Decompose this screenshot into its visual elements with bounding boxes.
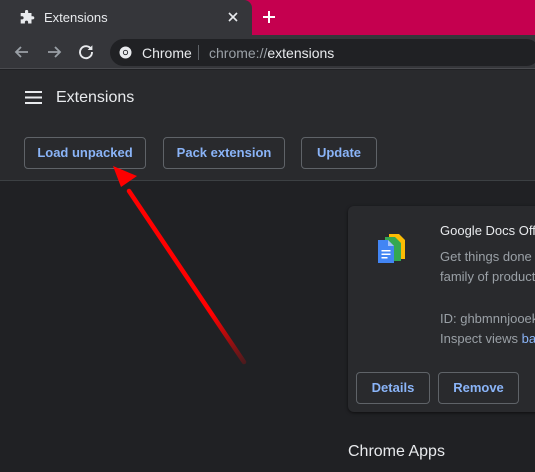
extension-description: Get things done family of product [440,247,535,287]
pack-extension-button[interactable]: Pack extension [163,137,285,169]
hamburger-menu-icon[interactable] [25,91,42,104]
developer-toolbar: Load unpacked Pack extension Update [0,126,535,181]
address-separator [198,45,199,60]
url-scheme: chrome:// [209,45,268,61]
extension-card: Google Docs Off Get things done family o… [348,206,535,412]
extension-name: Google Docs Off [440,223,535,238]
tab-title: Extensions [44,10,108,25]
details-button[interactable]: Details [356,372,430,404]
extensions-header: Extensions [0,70,535,126]
url-host: extensions [267,45,335,61]
tab-strip: Extensions [0,0,535,35]
page-title: Extensions [56,89,135,106]
inspect-views: Inspect views ba [440,331,535,346]
plus-icon[interactable] [261,9,277,25]
tab-extensions[interactable]: Extensions [0,0,252,35]
extension-id: ID: ghbmnnjooek [440,311,535,326]
description-line: Get things done [440,249,532,264]
inspect-views-label: Inspect views [440,331,519,346]
chrome-logo-icon [119,46,132,59]
chrome-apps-heading: Chrome Apps [348,443,445,460]
browser-toolbar: Chrome chrome://extensions [0,35,535,69]
arrow-right-icon[interactable] [45,43,63,61]
google-docs-offline-icon [378,234,405,263]
arrow-left-icon[interactable] [13,43,31,61]
address-bar[interactable]: Chrome chrome://extensions [110,39,535,66]
close-icon[interactable] [226,10,240,24]
address-url: chrome://extensions [209,45,334,61]
load-unpacked-button[interactable]: Load unpacked [24,137,146,169]
reload-icon[interactable] [77,43,95,61]
site-chip-label: Chrome [142,45,192,61]
remove-button[interactable]: Remove [438,372,519,404]
description-line: family of product [440,269,535,284]
inspect-views-link[interactable]: ba [522,331,535,346]
update-button[interactable]: Update [301,137,377,169]
puzzle-icon [20,10,35,24]
